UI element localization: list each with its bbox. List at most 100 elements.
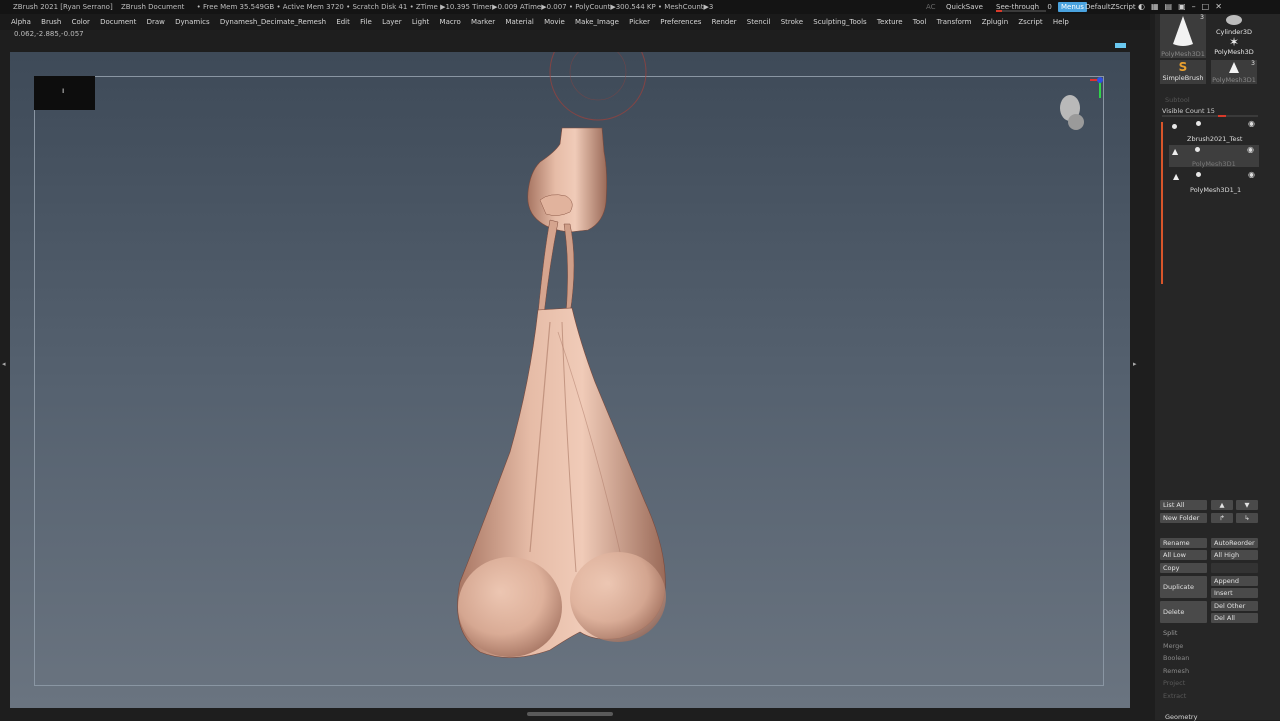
autoreorder-button[interactable]: AutoReorder bbox=[1211, 538, 1258, 548]
tool-slot-count: 3 bbox=[1251, 60, 1255, 67]
menu-color[interactable]: Color bbox=[72, 18, 90, 26]
tool-slot-polymesh3d[interactable]: ✶ PolyMesh3D bbox=[1211, 36, 1257, 58]
rename-button[interactable]: Rename bbox=[1160, 538, 1207, 548]
sculpt-viewport[interactable] bbox=[10, 52, 1130, 708]
menu-make-image[interactable]: Make_Image bbox=[575, 18, 619, 26]
menu-marker[interactable]: Marker bbox=[471, 18, 495, 26]
del-all-button[interactable]: Del All bbox=[1211, 613, 1258, 623]
menu-dynamesh-decimate-remesh[interactable]: Dynamesh_Decimate_Remesh bbox=[220, 18, 326, 26]
menu-edit[interactable]: Edit bbox=[336, 18, 350, 26]
menu-zscript[interactable]: Zscript bbox=[1018, 18, 1042, 26]
cylinder-icon bbox=[1226, 15, 1242, 25]
menu-help[interactable]: Help bbox=[1053, 18, 1069, 26]
all-high-button[interactable]: All High bbox=[1211, 550, 1258, 560]
visible-count-slider[interactable] bbox=[1162, 115, 1258, 117]
bag-strap-right bbox=[563, 223, 575, 315]
ac-indicator: AC bbox=[926, 3, 936, 11]
minimize-icon[interactable]: – bbox=[1192, 2, 1202, 11]
subtool-item-zbrush2021-test[interactable]: ◉ Zbrush2021_Test bbox=[1170, 119, 1258, 143]
project-section[interactable]: Project bbox=[1163, 679, 1185, 687]
insert-button[interactable]: Insert bbox=[1211, 588, 1258, 598]
menu-stroke[interactable]: Stroke bbox=[781, 18, 803, 26]
tool-slot-polymesh3d1-alt[interactable]: PolyMesh3D1 3 bbox=[1211, 60, 1257, 84]
split-section[interactable]: Split bbox=[1163, 629, 1177, 637]
del-other-button[interactable]: Del Other bbox=[1211, 601, 1258, 611]
menu-texture[interactable]: Texture bbox=[877, 18, 903, 26]
right-edge-handle[interactable]: ▸ bbox=[1133, 360, 1137, 368]
menu-zplugin[interactable]: Zplugin bbox=[982, 18, 1008, 26]
bag-lobe-right bbox=[570, 552, 666, 642]
menu-preferences[interactable]: Preferences bbox=[660, 18, 701, 26]
palette-icon[interactable]: ▣ bbox=[1178, 2, 1192, 11]
menu-movie[interactable]: Movie bbox=[544, 18, 565, 26]
help-icon[interactable]: ◐ bbox=[1138, 2, 1151, 11]
delete-button[interactable]: Delete bbox=[1160, 601, 1207, 623]
subtool-item-polymesh3d1-1[interactable]: ▲ ◉ PolyMesh3D1_1 bbox=[1170, 170, 1258, 194]
default-zscript-button[interactable]: DefaultZScript bbox=[1085, 0, 1136, 14]
layout-icon[interactable]: ▦ bbox=[1151, 2, 1165, 11]
move-folder-up-button[interactable]: ↱ bbox=[1211, 513, 1233, 523]
eye-icon[interactable]: ◉ bbox=[1248, 119, 1255, 128]
bottom-tray-handle[interactable] bbox=[527, 712, 613, 716]
eye-icon[interactable]: ◉ bbox=[1248, 170, 1255, 179]
subtool-scrollbar[interactable] bbox=[1161, 122, 1163, 284]
folder-arrow-icon: ↳ bbox=[1244, 514, 1250, 522]
navigation-head-gizmo[interactable] bbox=[1060, 77, 1103, 130]
duplicate-button[interactable]: Duplicate bbox=[1160, 576, 1207, 598]
paste-button[interactable] bbox=[1211, 563, 1258, 573]
close-icon[interactable]: ✕ bbox=[1215, 2, 1228, 11]
menu-macro[interactable]: Macro bbox=[440, 18, 461, 26]
menu-brush[interactable]: Brush bbox=[41, 18, 61, 26]
visible-count[interactable]: Visible Count 15 bbox=[1162, 107, 1215, 115]
menu-dynamics[interactable]: Dynamics bbox=[175, 18, 210, 26]
menu-document[interactable]: Document bbox=[100, 18, 136, 26]
hand-model bbox=[527, 127, 607, 233]
maximize-icon[interactable]: □ bbox=[1202, 2, 1216, 11]
move-folder-down-button[interactable]: ↳ bbox=[1236, 513, 1258, 523]
menu-material[interactable]: Material bbox=[505, 18, 533, 26]
copy-button[interactable]: Copy bbox=[1160, 563, 1207, 573]
tool-slot-polymesh3d1[interactable]: PolyMesh3D1 3 bbox=[1160, 14, 1206, 58]
eye-icon[interactable]: ◉ bbox=[1247, 145, 1254, 154]
menu-file[interactable]: File bbox=[360, 18, 372, 26]
left-edge-handle[interactable]: ◂ bbox=[2, 360, 6, 368]
menu-render[interactable]: Render bbox=[712, 18, 737, 26]
seethrough-value: 0 bbox=[1047, 3, 1052, 11]
menu-layer[interactable]: Layer bbox=[382, 18, 402, 26]
menu-sculpting-tools[interactable]: Sculpting_Tools bbox=[813, 18, 866, 26]
polymesh-icon bbox=[1173, 16, 1193, 46]
subtool-header[interactable]: Subtool bbox=[1165, 96, 1190, 104]
brush-cursor-inner bbox=[569, 52, 627, 101]
tool-slot-label: PolyMesh3D1 bbox=[1161, 50, 1205, 58]
visibility-dot-icon[interactable] bbox=[1195, 147, 1200, 152]
subtool-item-polymesh3d1[interactable]: ▲ ◉ PolyMesh3D1 bbox=[1169, 145, 1259, 168]
quicksave-button[interactable]: QuickSave bbox=[946, 0, 983, 14]
all-low-button[interactable]: All Low bbox=[1160, 550, 1207, 560]
menus-toggle[interactable]: Menus bbox=[1058, 2, 1087, 12]
menu-picker[interactable]: Picker bbox=[629, 18, 650, 26]
move-up-button[interactable]: ▲ bbox=[1211, 500, 1233, 510]
boolean-section[interactable]: Boolean bbox=[1163, 654, 1189, 662]
menu-light[interactable]: Light bbox=[412, 18, 429, 26]
remesh-section[interactable]: Remesh bbox=[1163, 667, 1189, 675]
tool-slot-cylinder3d[interactable]: Cylinder3D bbox=[1211, 14, 1257, 36]
menu-tool[interactable]: Tool bbox=[913, 18, 927, 26]
document-title: ZBrush Document bbox=[120, 3, 185, 11]
toolbar-icon[interactable]: ▤ bbox=[1165, 2, 1179, 11]
menu-transform[interactable]: Transform bbox=[937, 18, 972, 26]
extract-section[interactable]: Extract bbox=[1163, 692, 1186, 700]
list-all-button[interactable]: List All bbox=[1160, 500, 1207, 510]
new-folder-button[interactable]: New Folder bbox=[1160, 513, 1207, 523]
arrow-down-icon: ▼ bbox=[1244, 501, 1250, 509]
menu-alpha[interactable]: Alpha bbox=[11, 18, 31, 26]
visibility-dot-icon[interactable] bbox=[1196, 121, 1201, 126]
seethrough-slider[interactable]: See-through 0 bbox=[996, 0, 1054, 14]
append-button[interactable]: Append bbox=[1211, 576, 1258, 586]
menu-draw[interactable]: Draw bbox=[147, 18, 165, 26]
merge-section[interactable]: Merge bbox=[1163, 642, 1183, 650]
move-down-button[interactable]: ▼ bbox=[1236, 500, 1258, 510]
menu-stencil[interactable]: Stencil bbox=[747, 18, 771, 26]
document-canvas[interactable]: ı bbox=[10, 52, 1130, 708]
visibility-dot-icon[interactable] bbox=[1196, 172, 1201, 177]
tool-slot-simplebrush[interactable]: S SimpleBrush bbox=[1160, 60, 1206, 84]
